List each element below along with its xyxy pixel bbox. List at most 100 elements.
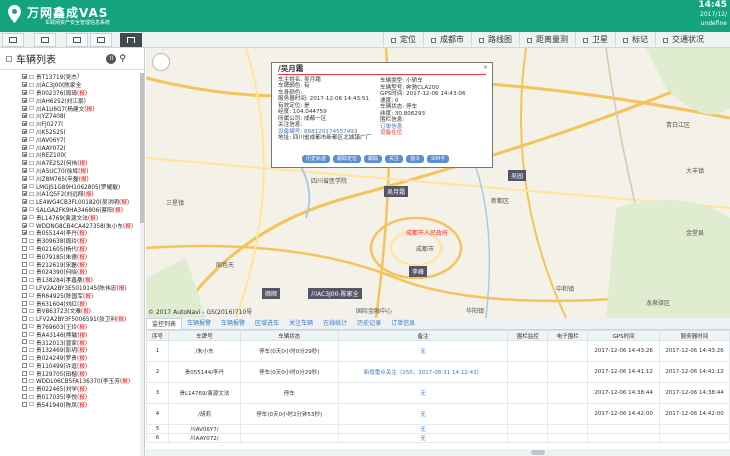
vehicle-checkbox[interactable] — [22, 284, 27, 290]
bottom-tab[interactable]: 关注车辆 — [284, 318, 318, 329]
bottom-tab[interactable]: 历史记录 — [352, 318, 386, 329]
vehicle-checkbox[interactable] — [22, 269, 27, 275]
table-view-button[interactable] — [90, 33, 112, 47]
bottom-tab[interactable]: 在线统计 — [318, 318, 352, 329]
map-zoom-control[interactable] — [152, 53, 170, 71]
vehicle-checkbox[interactable] — [22, 370, 27, 376]
map-vehicle-label[interactable]: 吴园 — [508, 170, 527, 181]
vehicle-checkbox[interactable] — [22, 245, 27, 251]
cell-text[interactable]: 无 — [420, 391, 426, 397]
vehicle-checkbox[interactable] — [22, 128, 27, 134]
map-vehicle-label[interactable]: 顺顺 — [262, 288, 281, 299]
vehicle-checkbox[interactable] — [22, 175, 27, 181]
column-header[interactable]: 序号 — [146, 330, 169, 341]
table-row[interactable]: 6 川AAY072/无 — [146, 433, 730, 443]
table-row[interactable]: 4/胡莉 停车(0天0小时2分钟53秒) 无 2017-12-06 14:42:00 2… — [146, 403, 730, 425]
vehicle-checkbox[interactable] — [22, 308, 27, 314]
map-nav-locate[interactable]: 定位 — [383, 32, 423, 48]
vehicle-checkbox[interactable] — [22, 144, 27, 150]
map-vehicle-label[interactable]: 李峰 — [409, 266, 428, 277]
vehicle-checkbox[interactable] — [22, 339, 27, 345]
vehicle-list-item[interactable]: 贵541940(陈凤 (报) — [22, 400, 140, 409]
column-header[interactable]: 备注 — [337, 330, 509, 341]
vehicle-checkbox[interactable] — [22, 277, 27, 283]
popup-action-button[interactable]: 指令 — [406, 155, 425, 163]
vehicle-checkbox[interactable] — [22, 121, 27, 127]
cell-text[interactable]: 无 — [420, 412, 426, 418]
vehicle-checkbox[interactable] — [22, 183, 27, 189]
vehicle-checkbox[interactable] — [22, 347, 27, 353]
cell-text[interactable]: 无 — [420, 427, 426, 433]
vehicle-checkbox[interactable] — [22, 401, 27, 407]
vehicle-checkbox[interactable] — [22, 238, 27, 244]
checkbox-icon[interactable] — [6, 55, 12, 62]
map-nav-satellite[interactable]: 卫星 — [575, 32, 615, 48]
map-nav-city[interactable]: 成都市 — [423, 32, 471, 48]
fullscreen-button[interactable] — [120, 33, 142, 47]
vehicle-checkbox[interactable] — [22, 113, 27, 119]
vehicle-checkbox[interactable] — [22, 230, 27, 236]
vehicle-checkbox[interactable] — [22, 191, 27, 197]
sidebar-scrollbar[interactable] — [140, 73, 144, 456]
column-header[interactable]: 服务器时间 — [659, 330, 730, 341]
pause-icon[interactable]: II — [106, 53, 117, 64]
vehicle-checkbox[interactable] — [22, 261, 27, 267]
user-name[interactable]: undefine — [698, 19, 727, 28]
popup-action-button[interactable]: 关注 — [385, 155, 404, 163]
popup-action-button[interactable]: SIM卡 — [427, 155, 450, 163]
vehicle-checkbox[interactable] — [22, 378, 27, 384]
grid-view-button[interactable] — [34, 33, 56, 47]
popup-action-button[interactable]: 跟踪定位 — [333, 155, 362, 163]
vehicle-checkbox[interactable] — [22, 253, 27, 259]
close-icon[interactable]: × — [483, 64, 488, 72]
table-row[interactable]: 3 贵L14769/袁源文法 停车 无 2017-12-06 14:38:44 2017-… — [146, 382, 730, 404]
bottom-tab[interactable]: 区域进车 — [250, 318, 284, 329]
column-header[interactable]: 电子围栏 — [547, 330, 589, 341]
map-vehicle-label[interactable]: 川AC3J00-陈家全 — [308, 288, 362, 299]
table-row[interactable]: 1/朱小东 停车(0天0小时0分29秒) 无 2017-12-06 14:43:26 2… — [146, 340, 730, 362]
table-row[interactable]: 2 贵055144/李丹 停车(0天0小时0分29秒) 新增重点关注（250，2017… — [146, 361, 730, 383]
popup-action-button[interactable]: 跟踪 — [364, 155, 383, 163]
vehicle-checkbox[interactable] — [22, 97, 27, 103]
vehicle-checkbox[interactable] — [22, 89, 27, 95]
vehicle-checkbox[interactable] — [22, 214, 27, 220]
scrollbar-thumb[interactable] — [140, 73, 144, 223]
vehicle-checkbox[interactable] — [22, 331, 27, 337]
vehicle-checkbox[interactable] — [22, 316, 27, 322]
map-view[interactable]: 四川省医学院 吴月霜 吴园 新都区 成都市 成都市人民政府 李峰 顺顺 川AC3… — [146, 48, 730, 318]
vehicle-checkbox[interactable] — [22, 292, 27, 298]
horizontal-scrollbar[interactable] — [146, 449, 730, 456]
bottom-tab[interactable]: 车辆报警 — [182, 318, 216, 329]
vehicle-checkbox[interactable] — [22, 74, 27, 80]
vehicle-checkbox[interactable] — [22, 105, 27, 111]
cell-text[interactable]: 无 — [420, 349, 426, 355]
map-nav-traffic[interactable]: 交通状况 — [655, 32, 711, 48]
cell-text[interactable]: 新增重点关注（250，2017-08-31 14:12:43） — [364, 370, 482, 376]
column-header[interactable]: 围栏监控 — [507, 330, 549, 341]
column-header[interactable]: 车辆状态 — [239, 330, 339, 341]
split-view-button[interactable] — [66, 33, 88, 47]
vehicle-checkbox[interactable] — [22, 386, 27, 392]
vehicle-checkbox[interactable] — [22, 206, 27, 212]
filter-icon[interactable]: ⚲ — [119, 54, 126, 64]
vehicle-checkbox[interactable] — [22, 167, 27, 173]
vehicle-checkbox[interactable] — [22, 362, 27, 368]
vehicle-checkbox[interactable] — [22, 222, 27, 228]
map-nav-route[interactable]: 路线图 — [471, 32, 519, 48]
vehicle-checkbox[interactable] — [22, 152, 27, 158]
vehicle-checkbox[interactable] — [22, 394, 27, 400]
column-header[interactable]: GPS时间 — [587, 330, 661, 341]
vehicle-checkbox[interactable] — [22, 160, 27, 166]
popup-action-button[interactable]: 历史轨迹 — [302, 155, 331, 163]
column-header[interactable]: 车牌号 — [167, 330, 241, 341]
vehicle-checkbox[interactable] — [22, 300, 27, 306]
map-nav-mark[interactable]: 标记 — [615, 32, 655, 48]
vehicle-checkbox[interactable] — [22, 323, 27, 329]
bottom-tab[interactable]: 订单信息 — [386, 318, 420, 329]
map-vehicle-label[interactable]: 吴月霜 — [384, 186, 409, 197]
scrollbar-thumb[interactable] — [531, 450, 545, 455]
vehicle-checkbox[interactable] — [22, 136, 27, 142]
map-nav-measure[interactable]: 距离量测 — [519, 32, 575, 48]
bottom-tab[interactable]: 车辆报警 — [216, 318, 250, 329]
table-row[interactable]: 5 川AV06Y7/无 — [146, 424, 730, 434]
